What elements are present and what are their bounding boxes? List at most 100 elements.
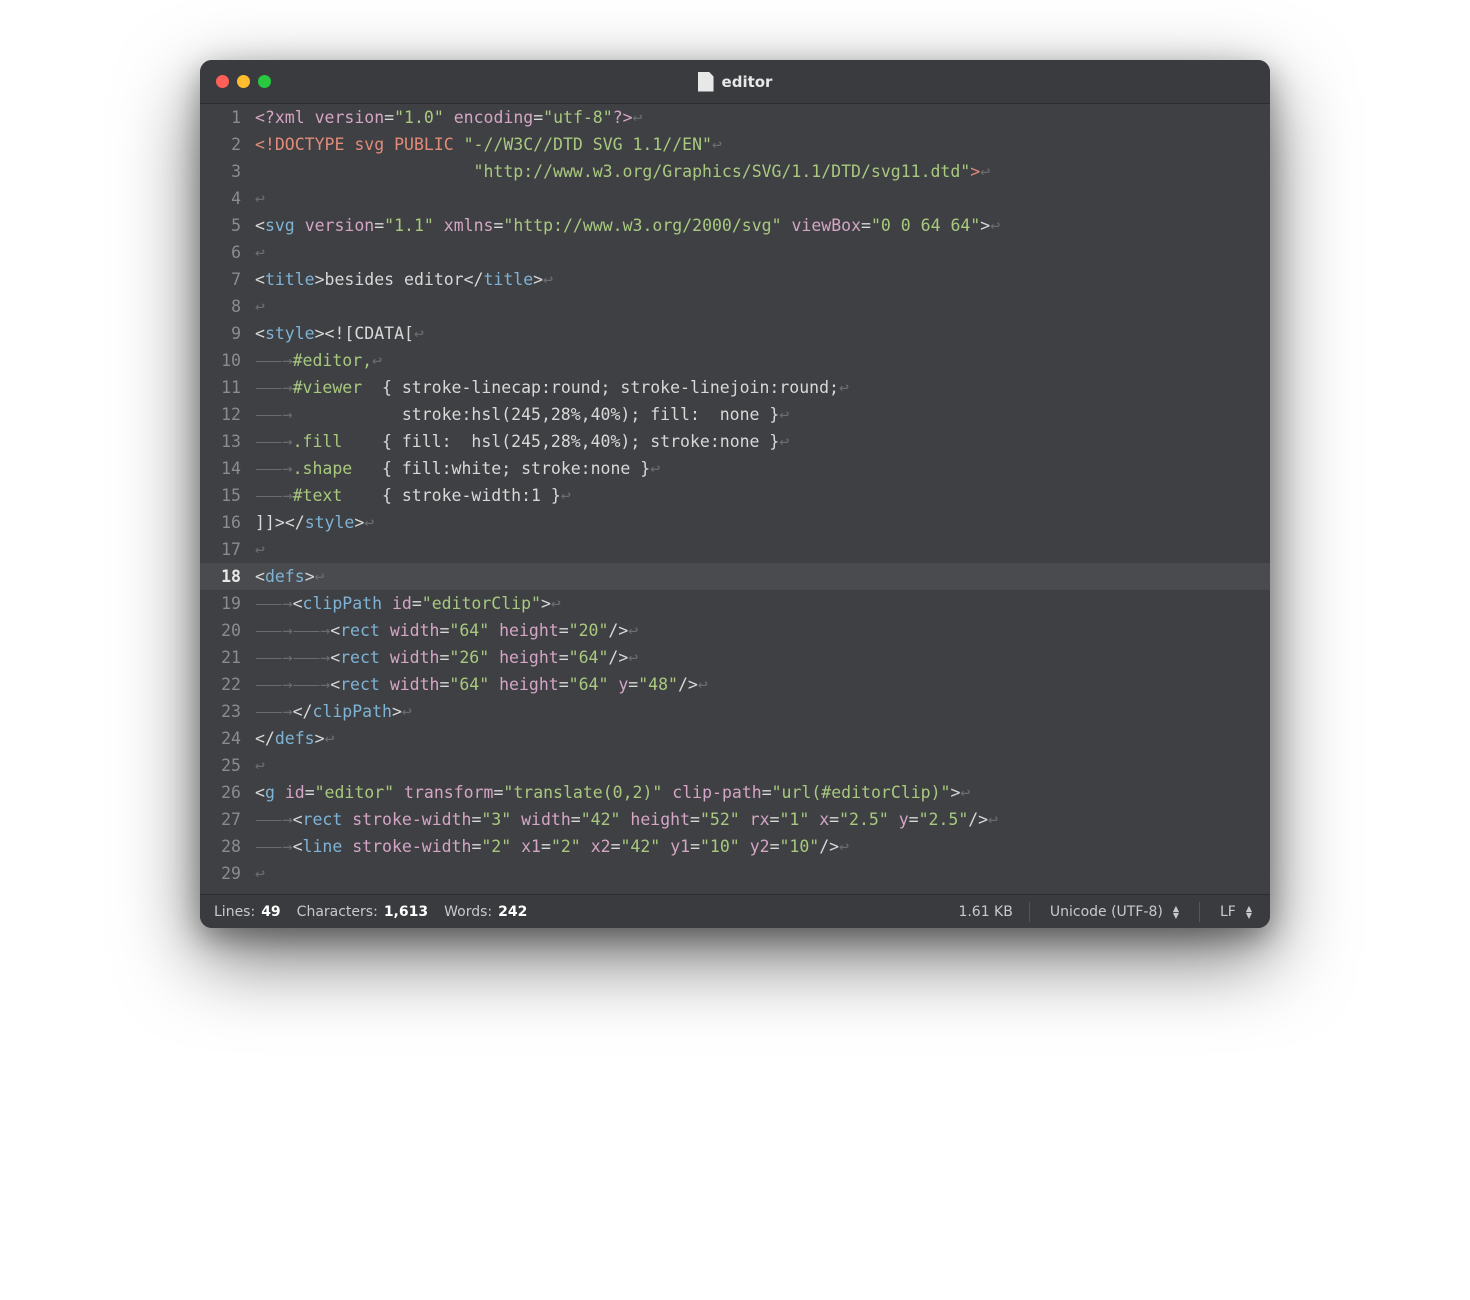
- code-line[interactable]: 26<g id="editor" transform="translate(0,…: [200, 779, 1270, 806]
- line-number[interactable]: 28: [200, 833, 255, 860]
- line-content[interactable]: ↩: [255, 185, 1270, 212]
- code-line[interactable]: 3 "http://www.w3.org/Graphics/SVG/1.1/DT…: [200, 158, 1270, 185]
- line-number[interactable]: 22: [200, 671, 255, 698]
- line-content[interactable]: ↩: [255, 752, 1270, 779]
- code-line[interactable]: 17↩: [200, 536, 1270, 563]
- line-content[interactable]: ⸺→.fill { fill: hsl(245,28%,40%); stroke…: [255, 428, 1270, 455]
- code-line[interactable]: 18<defs>↩: [200, 563, 1270, 590]
- line-content[interactable]: ⸺→⸺→<rect width="64" height="20"/>↩: [255, 617, 1270, 644]
- line-content[interactable]: <svg version="1.1" xmlns="http://www.w3.…: [255, 212, 1270, 239]
- zoom-icon[interactable]: [258, 75, 271, 88]
- newline-icon: ↩: [633, 108, 643, 127]
- code-line[interactable]: 16]]></style>↩: [200, 509, 1270, 536]
- line-number[interactable]: 11: [200, 374, 255, 401]
- line-content[interactable]: ↩: [255, 293, 1270, 320]
- line-content[interactable]: <style><![CDATA[↩: [255, 320, 1270, 347]
- line-content[interactable]: "http://www.w3.org/Graphics/SVG/1.1/DTD/…: [255, 158, 1270, 185]
- code-line[interactable]: 24</defs>↩: [200, 725, 1270, 752]
- line-number[interactable]: 2: [200, 131, 255, 158]
- line-content[interactable]: ↩: [255, 239, 1270, 266]
- line-content[interactable]: ↩: [255, 860, 1270, 887]
- line-content[interactable]: ⸺→ stroke:hsl(245,28%,40%); fill: none }…: [255, 401, 1270, 428]
- line-number[interactable]: 6: [200, 239, 255, 266]
- code-line[interactable]: 22⸺→⸺→<rect width="64" height="64" y="48…: [200, 671, 1270, 698]
- code-line[interactable]: 29↩: [200, 860, 1270, 887]
- line-number[interactable]: 14: [200, 455, 255, 482]
- encoding-dropdown[interactable]: Unicode (UTF-8) ▲▼: [1046, 904, 1183, 920]
- close-icon[interactable]: [216, 75, 229, 88]
- line-number[interactable]: 3: [200, 158, 255, 185]
- line-number[interactable]: 7: [200, 266, 255, 293]
- code-line[interactable]: 7<title>besides editor</title>↩: [200, 266, 1270, 293]
- line-number[interactable]: 18: [200, 563, 255, 590]
- line-content[interactable]: <!DOCTYPE svg PUBLIC "-//W3C//DTD SVG 1.…: [255, 131, 1270, 158]
- line-number[interactable]: 21: [200, 644, 255, 671]
- code-line[interactable]: 23⸺→</clipPath>↩: [200, 698, 1270, 725]
- code-line[interactable]: 27⸺→<rect stroke-width="3" width="42" he…: [200, 806, 1270, 833]
- line-number[interactable]: 20: [200, 617, 255, 644]
- line-number[interactable]: 10: [200, 347, 255, 374]
- line-content[interactable]: ⸺→<rect stroke-width="3" width="42" heig…: [255, 806, 1270, 833]
- code-line[interactable]: 2<!DOCTYPE svg PUBLIC "-//W3C//DTD SVG 1…: [200, 131, 1270, 158]
- line-number[interactable]: 5: [200, 212, 255, 239]
- code-line[interactable]: 10⸺→#editor,↩: [200, 347, 1270, 374]
- line-content[interactable]: <g id="editor" transform="translate(0,2)…: [255, 779, 1270, 806]
- line-content[interactable]: ⸺→⸺→<rect width="26" height="64"/>↩: [255, 644, 1270, 671]
- line-content[interactable]: ]]></style>↩: [255, 509, 1270, 536]
- code-line[interactable]: 4↩: [200, 185, 1270, 212]
- code-line[interactable]: 11⸺→#viewer { stroke-linecap:round; stro…: [200, 374, 1270, 401]
- line-number[interactable]: 26: [200, 779, 255, 806]
- line-number[interactable]: 1: [200, 104, 255, 131]
- line-number[interactable]: 25: [200, 752, 255, 779]
- line-ending-dropdown[interactable]: LF ▲▼: [1216, 904, 1256, 920]
- line-content[interactable]: ⸺→</clipPath>↩: [255, 698, 1270, 725]
- code-line[interactable]: 19⸺→<clipPath id="editorClip">↩: [200, 590, 1270, 617]
- line-number[interactable]: 13: [200, 428, 255, 455]
- newline-icon: ↩: [402, 702, 412, 721]
- code-line[interactable]: 15⸺→#text { stroke-width:1 }↩: [200, 482, 1270, 509]
- code-editor[interactable]: 1<?xml version="1.0" encoding="utf-8"?>↩…: [200, 104, 1270, 894]
- line-number[interactable]: 27: [200, 806, 255, 833]
- code-line[interactable]: 12⸺→ stroke:hsl(245,28%,40%); fill: none…: [200, 401, 1270, 428]
- line-content[interactable]: ⸺→#editor,↩: [255, 347, 1270, 374]
- line-number[interactable]: 9: [200, 320, 255, 347]
- code-line[interactable]: 20⸺→⸺→<rect width="64" height="20"/>↩: [200, 617, 1270, 644]
- code-line[interactable]: 8↩: [200, 293, 1270, 320]
- line-number[interactable]: 16: [200, 509, 255, 536]
- status-words: Words: 242: [444, 904, 527, 920]
- line-content[interactable]: ↩: [255, 536, 1270, 563]
- newline-icon: ↩: [414, 324, 424, 343]
- line-content[interactable]: ⸺→<clipPath id="editorClip">↩: [255, 590, 1270, 617]
- line-number[interactable]: 12: [200, 401, 255, 428]
- line-content[interactable]: ⸺→⸺→<rect width="64" height="64" y="48"/…: [255, 671, 1270, 698]
- code-line[interactable]: 6↩: [200, 239, 1270, 266]
- code-line[interactable]: 1<?xml version="1.0" encoding="utf-8"?>↩: [200, 104, 1270, 131]
- code-line[interactable]: 5<svg version="1.1" xmlns="http://www.w3…: [200, 212, 1270, 239]
- code-line[interactable]: 14⸺→.shape { fill:white; stroke:none }↩: [200, 455, 1270, 482]
- line-number[interactable]: 19: [200, 590, 255, 617]
- line-content[interactable]: ⸺→#viewer { stroke-linecap:round; stroke…: [255, 374, 1270, 401]
- line-content[interactable]: <defs>↩: [255, 563, 1270, 590]
- code-line[interactable]: 25↩: [200, 752, 1270, 779]
- line-number[interactable]: 17: [200, 536, 255, 563]
- code-line[interactable]: 9<style><![CDATA[↩: [200, 320, 1270, 347]
- newline-icon: ↩: [779, 432, 789, 451]
- code-line[interactable]: 13⸺→.fill { fill: hsl(245,28%,40%); stro…: [200, 428, 1270, 455]
- minimize-icon[interactable]: [237, 75, 250, 88]
- line-number[interactable]: 15: [200, 482, 255, 509]
- line-content[interactable]: ⸺→.shape { fill:white; stroke:none }↩: [255, 455, 1270, 482]
- titlebar[interactable]: editor: [200, 60, 1270, 104]
- line-content[interactable]: ⸺→<line stroke-width="2" x1="2" x2="42" …: [255, 833, 1270, 860]
- code-line[interactable]: 28⸺→<line stroke-width="2" x1="2" x2="42…: [200, 833, 1270, 860]
- line-content[interactable]: <title>besides editor</title>↩: [255, 266, 1270, 293]
- line-content[interactable]: ⸺→#text { stroke-width:1 }↩: [255, 482, 1270, 509]
- line-content[interactable]: </defs>↩: [255, 725, 1270, 752]
- line-number[interactable]: 23: [200, 698, 255, 725]
- line-number[interactable]: 4: [200, 185, 255, 212]
- line-number[interactable]: 24: [200, 725, 255, 752]
- line-number[interactable]: 29: [200, 860, 255, 887]
- code-line[interactable]: 21⸺→⸺→<rect width="26" height="64"/>↩: [200, 644, 1270, 671]
- line-content[interactable]: <?xml version="1.0" encoding="utf-8"?>↩: [255, 104, 1270, 131]
- line-number[interactable]: 8: [200, 293, 255, 320]
- traffic-lights: [216, 75, 271, 88]
